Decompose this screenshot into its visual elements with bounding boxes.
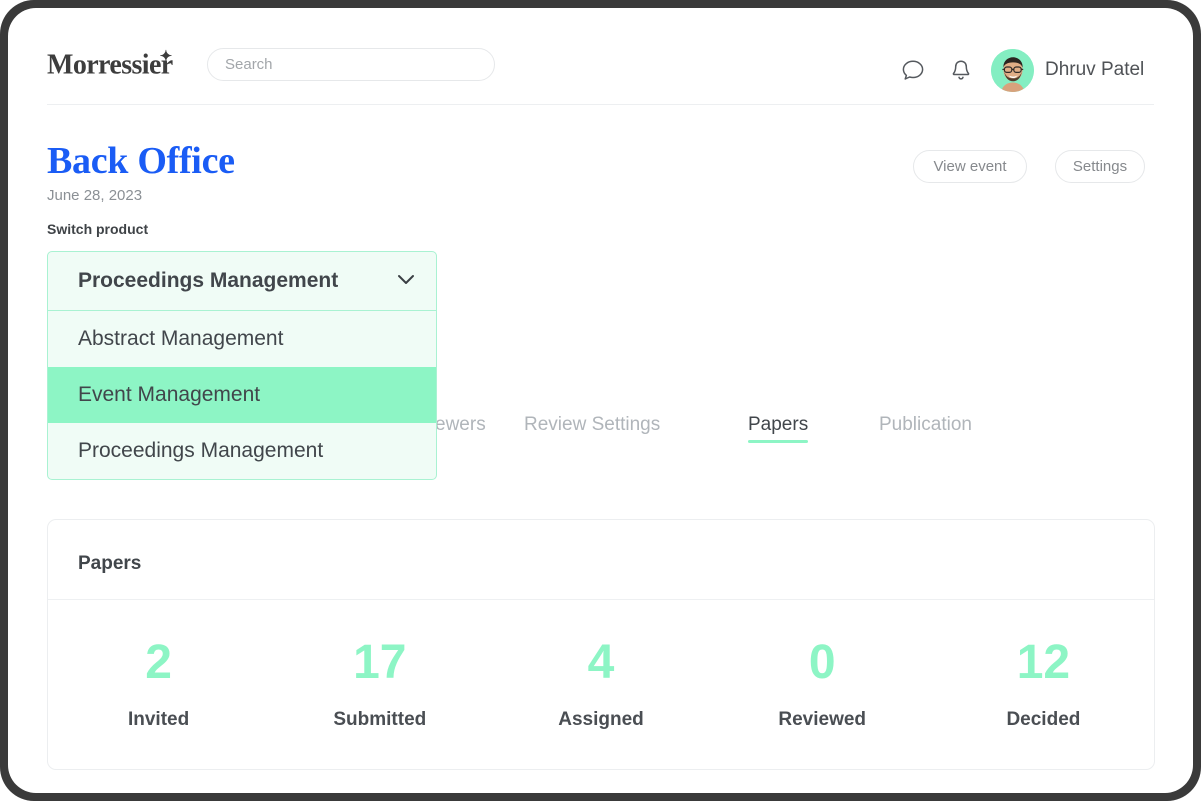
stat-label: Invited bbox=[48, 709, 269, 731]
bell-icon[interactable] bbox=[948, 58, 974, 84]
papers-stats-row: 2 Invited 17 Submitted 4 Assigned 0 Revi… bbox=[48, 599, 1154, 770]
device-bezel: Morressier✦ bbox=[0, 0, 1201, 801]
papers-card-title: Papers bbox=[78, 553, 141, 575]
stat-value: 12 bbox=[933, 639, 1154, 687]
dropdown-option-proceedings-management[interactable]: Proceedings Management bbox=[48, 423, 436, 479]
switch-product-label: Switch product bbox=[47, 221, 148, 237]
stat-label: Reviewed bbox=[712, 709, 933, 731]
dropdown-option-label: Abstract Management bbox=[78, 327, 283, 351]
top-header-bar: Morressier✦ bbox=[8, 8, 1193, 104]
stat-decided[interactable]: 12 Decided bbox=[933, 639, 1154, 731]
stat-label: Submitted bbox=[269, 709, 490, 731]
avatar[interactable] bbox=[991, 49, 1034, 92]
app-window: Morressier✦ bbox=[8, 8, 1193, 793]
user-name-label[interactable]: Dhruv Patel bbox=[1045, 59, 1144, 81]
tab-label: Papers bbox=[748, 414, 808, 435]
settings-button[interactable]: Settings bbox=[1055, 150, 1145, 183]
morressier-logo[interactable]: Morressier✦ bbox=[47, 49, 185, 81]
stat-value: 0 bbox=[712, 639, 933, 687]
stat-reviewed[interactable]: 0 Reviewed bbox=[712, 639, 933, 731]
product-switcher-dropdown: Proceedings Management Abstract Manageme… bbox=[47, 251, 437, 480]
search-input[interactable] bbox=[207, 48, 495, 81]
stat-assigned[interactable]: 4 Assigned bbox=[490, 639, 711, 731]
page-title: Back Office bbox=[47, 139, 235, 183]
product-dropdown-selected-label: Proceedings Management bbox=[78, 269, 394, 293]
product-dropdown-trigger[interactable]: Proceedings Management bbox=[47, 251, 437, 311]
tab-label: Publication bbox=[879, 414, 972, 435]
view-event-button[interactable]: View event bbox=[913, 150, 1027, 183]
logo-star-icon: ✦ bbox=[160, 49, 173, 65]
tab-publication[interactable]: Publication bbox=[879, 414, 972, 436]
dropdown-option-event-management[interactable]: Event Management bbox=[48, 367, 436, 423]
chat-bubble-icon[interactable] bbox=[900, 58, 926, 84]
product-dropdown-menu: Abstract Management Event Management Pro… bbox=[47, 311, 437, 480]
stat-label: Decided bbox=[933, 709, 1154, 731]
brand-name: Morressier bbox=[47, 49, 173, 80]
stat-label: Assigned bbox=[490, 709, 711, 731]
chevron-down-icon bbox=[394, 267, 418, 296]
tab-label: Review Settings bbox=[524, 414, 660, 435]
stat-value: 17 bbox=[269, 639, 490, 687]
stat-value: 4 bbox=[490, 639, 711, 687]
dropdown-option-label: Event Management bbox=[78, 383, 260, 407]
tab-review-settings[interactable]: Review Settings bbox=[524, 414, 660, 436]
page-date: June 28, 2023 bbox=[47, 187, 142, 204]
tab-papers[interactable]: Papers bbox=[748, 414, 808, 436]
header-divider bbox=[47, 104, 1154, 105]
papers-card: Papers 2 Invited 17 Submitted 4 Assigned… bbox=[47, 519, 1155, 770]
dropdown-option-label: Proceedings Management bbox=[78, 439, 323, 463]
stat-invited[interactable]: 2 Invited bbox=[48, 639, 269, 731]
dropdown-option-abstract-management[interactable]: Abstract Management bbox=[48, 311, 436, 367]
active-tab-underline bbox=[748, 440, 808, 443]
stat-value: 2 bbox=[48, 639, 269, 687]
stat-submitted[interactable]: 17 Submitted bbox=[269, 639, 490, 731]
